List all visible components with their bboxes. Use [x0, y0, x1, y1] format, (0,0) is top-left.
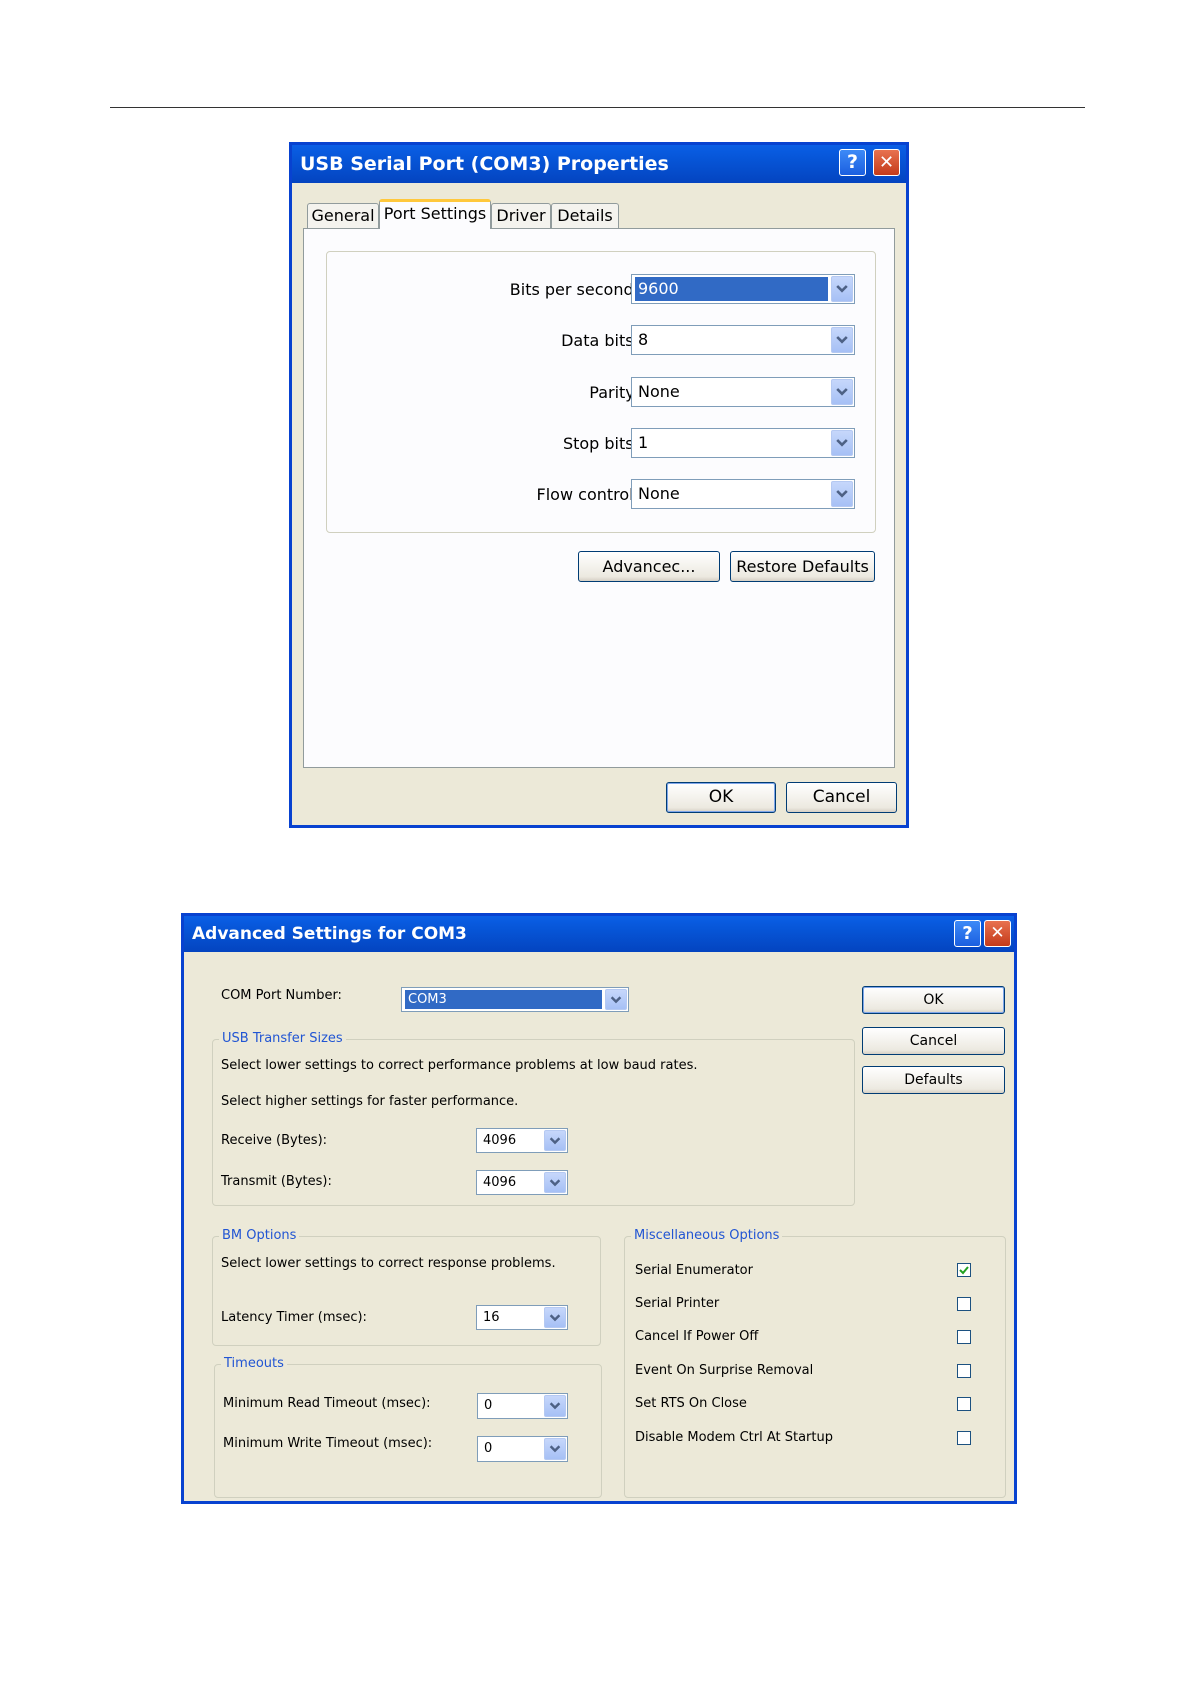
misc-option-label: Set RTS On Close	[635, 1396, 747, 1411]
bm-help-text: Select lower settings to correct respons…	[221, 1256, 556, 1271]
chevron-down-icon[interactable]	[831, 327, 853, 353]
com-port-label: COM Port Number:	[221, 988, 342, 1003]
latency-timer-label: Latency Timer (msec):	[221, 1310, 367, 1325]
page-rule	[110, 107, 1085, 108]
misc-option-label: Cancel If Power Off	[635, 1329, 759, 1344]
restore-defaults-button[interactable]: Restore Defaults	[730, 551, 875, 582]
event-on-surprise-removal-checkbox[interactable]	[957, 1364, 971, 1378]
parity-select[interactable]: None	[631, 377, 855, 407]
cancel-button[interactable]: Cancel	[862, 1027, 1005, 1055]
port-properties-dialog: USB Serial Port (COM3) Properties ? ✕ Ge…	[289, 142, 909, 828]
misc-option-label: Serial Printer	[635, 1296, 720, 1311]
flow-control-select[interactable]: None	[631, 479, 855, 509]
usb-transfer-sizes-legend: USB Transfer Sizes	[219, 1031, 346, 1046]
com-port-select[interactable]: COM3	[401, 987, 629, 1012]
bm-options-legend: BM Options	[219, 1228, 300, 1243]
tab-page: Bits per second: 9600 Data bits: 8 Parit…	[303, 228, 895, 768]
receive-select[interactable]: 4096	[476, 1128, 568, 1153]
defaults-button[interactable]: Defaults	[862, 1066, 1005, 1094]
advanced-settings-dialog: Advanced Settings for COM3 ? ✕ COM Port …	[181, 913, 1017, 1504]
advanced-button[interactable]: Advancec...	[578, 551, 720, 582]
misc-option-label: Event On Surprise Removal	[635, 1363, 814, 1378]
data-bits-select[interactable]: 8	[631, 325, 855, 355]
chevron-down-icon[interactable]	[831, 430, 853, 456]
latency-timer-select[interactable]: 16	[476, 1305, 568, 1330]
chevron-down-icon[interactable]	[605, 989, 627, 1010]
read-timeout-select[interactable]: 0	[477, 1393, 568, 1419]
chevron-down-icon[interactable]	[831, 276, 853, 302]
close-icon[interactable]: ✕	[873, 149, 900, 176]
set-rts-on-close-checkbox[interactable]	[957, 1397, 971, 1411]
misc-option-label: Serial Enumerator	[635, 1263, 753, 1278]
help-icon[interactable]: ?	[954, 920, 981, 947]
serial-printer-checkbox[interactable]	[957, 1297, 971, 1311]
help-icon[interactable]: ?	[839, 149, 866, 176]
cancel-if-power-off-checkbox[interactable]	[957, 1330, 971, 1344]
stop-bits-label: Stop bits:	[562, 434, 639, 453]
title-bar: USB Serial Port (COM3) Properties ? ✕	[292, 145, 906, 183]
tab-driver[interactable]: Driver	[491, 203, 551, 229]
misc-options-legend: Miscellaneous Options	[631, 1228, 783, 1243]
ok-button[interactable]: OK	[862, 986, 1005, 1014]
cancel-button[interactable]: Cancel	[786, 782, 897, 813]
usb-help-text-1: Select lower settings to correct perform…	[221, 1058, 698, 1073]
timeouts-legend: Timeouts	[221, 1356, 287, 1371]
ok-button[interactable]: OK	[666, 782, 776, 813]
serial-enumerator-checkbox[interactable]	[957, 1263, 971, 1277]
chevron-down-icon[interactable]	[544, 1307, 566, 1328]
transmit-label: Transmit (Bytes):	[221, 1174, 332, 1189]
data-bits-label: Data bits:	[561, 331, 639, 350]
tab-details[interactable]: Details	[551, 203, 619, 229]
flow-control-label: Flow control:	[536, 485, 639, 504]
tab-port-settings[interactable]: Port Settings	[379, 199, 491, 229]
tab-general[interactable]: General	[307, 203, 379, 229]
misc-option-label: Disable Modem Ctrl At Startup	[635, 1430, 833, 1445]
transmit-select[interactable]: 4096	[476, 1170, 568, 1195]
title-bar: Advanced Settings for COM3 ? ✕	[184, 916, 1014, 952]
check-icon	[959, 1266, 969, 1275]
window-title: USB Serial Port (COM3) Properties	[300, 153, 669, 175]
disable-modem-ctrl-checkbox[interactable]	[957, 1431, 971, 1445]
write-timeout-label: Minimum Write Timeout (msec):	[223, 1436, 433, 1451]
chevron-down-icon[interactable]	[544, 1130, 566, 1151]
bits-per-second-label: Bits per second:	[509, 280, 639, 299]
chevron-down-icon[interactable]	[544, 1395, 566, 1417]
read-timeout-label: Minimum Read Timeout (msec):	[223, 1396, 431, 1411]
chevron-down-icon[interactable]	[831, 379, 853, 405]
receive-label: Receive (Bytes):	[221, 1133, 328, 1148]
chevron-down-icon[interactable]	[544, 1438, 566, 1460]
close-icon[interactable]: ✕	[984, 920, 1011, 947]
stop-bits-select[interactable]: 1	[631, 428, 855, 458]
chevron-down-icon[interactable]	[831, 481, 853, 507]
usb-help-text-2: Select higher settings for faster perfor…	[221, 1094, 519, 1109]
write-timeout-select[interactable]: 0	[477, 1436, 568, 1462]
window-title: Advanced Settings for COM3	[192, 924, 467, 944]
chevron-down-icon[interactable]	[544, 1172, 566, 1193]
timeouts-group	[214, 1364, 602, 1498]
bits-per-second-select[interactable]: 9600	[631, 274, 855, 304]
